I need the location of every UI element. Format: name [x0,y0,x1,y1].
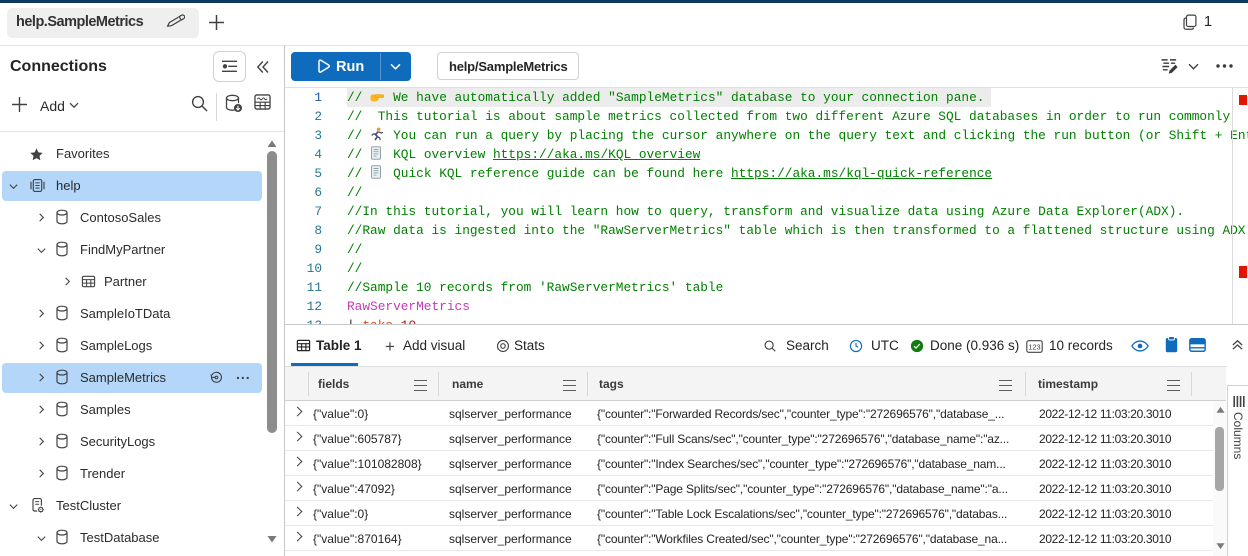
svg-text:123: 123 [1028,342,1040,351]
